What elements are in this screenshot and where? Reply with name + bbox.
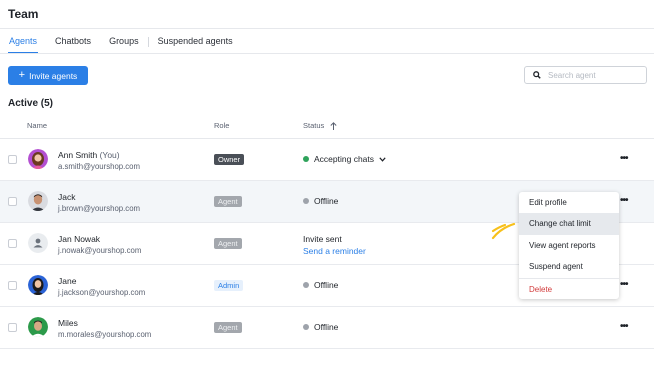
invite-status: Invite sent	[303, 234, 342, 244]
avatar	[28, 191, 48, 211]
row-checkbox[interactable]	[8, 281, 17, 290]
tab-chatbots[interactable]: Chatbots	[46, 31, 100, 53]
status-dot	[303, 282, 309, 288]
column-header-status[interactable]: Status	[303, 121, 337, 130]
status-indicator: Offline	[303, 196, 338, 206]
agent-name: Jane	[58, 276, 77, 286]
more-options-icon[interactable]: •••	[620, 321, 628, 332]
agent-context-menu: Edit profile Change chat limit View agen…	[519, 192, 619, 299]
row-checkbox[interactable]	[8, 197, 17, 206]
menu-item-view-agent-reports[interactable]: View agent reports	[519, 235, 619, 256]
table-row[interactable]: Miles m.morales@yourshop.com Agent Offli…	[0, 307, 654, 349]
agent-name: Jan Nowak	[58, 234, 101, 244]
sort-ascending-icon	[330, 121, 337, 130]
status-label: Offline	[314, 322, 339, 332]
column-header-status-label: Status	[303, 121, 325, 130]
plus-icon: +	[18, 69, 26, 81]
agent-email: j.brown@yourshop.com	[58, 204, 141, 213]
agent-name: Miles	[58, 318, 78, 328]
header-divider	[0, 28, 654, 29]
role-badge: Owner	[214, 154, 245, 165]
status-dropdown[interactable]: Accepting chats	[303, 154, 386, 164]
row-checkbox[interactable]	[8, 155, 17, 164]
send-reminder-link[interactable]: Send a reminder	[303, 246, 366, 256]
role-badge: Agent	[214, 322, 242, 333]
search-box[interactable]	[524, 66, 647, 84]
avatar-placeholder-icon	[28, 233, 48, 253]
menu-item-change-chat-limit[interactable]: Change chat limit	[519, 213, 619, 235]
tab-suspended-agents[interactable]: Suspended agents	[149, 31, 242, 53]
menu-item-edit-profile[interactable]: Edit profile	[519, 192, 619, 213]
agent-name: Ann Smith (You)	[58, 150, 120, 160]
agent-email: m.morales@yourshop.com	[58, 330, 152, 339]
search-icon	[533, 71, 541, 79]
avatar	[28, 149, 48, 169]
page-title: Team	[8, 7, 39, 21]
column-header-name[interactable]: Name	[27, 121, 47, 130]
search-input[interactable]	[548, 70, 638, 80]
agent-email: j.nowak@yourshop.com	[58, 246, 142, 255]
annotation-arrow-icon	[491, 222, 516, 240]
more-options-icon[interactable]: •••	[620, 195, 628, 206]
more-options-icon[interactable]: •••	[620, 279, 628, 290]
menu-item-delete[interactable]: Delete	[519, 277, 619, 299]
tabs-divider	[0, 53, 654, 54]
more-options-icon[interactable]: •••	[620, 153, 628, 164]
tab-groups[interactable]: Groups	[100, 31, 148, 53]
status-dot	[303, 156, 309, 162]
menu-item-suspend-agent[interactable]: Suspend agent	[519, 256, 619, 277]
status-dot	[303, 198, 309, 204]
agent-name: Jack	[58, 192, 76, 202]
status-indicator: Offline	[303, 322, 338, 332]
role-badge: Agent	[214, 238, 242, 249]
status-indicator: Offline	[303, 280, 338, 290]
status-label: Offline	[314, 196, 339, 206]
tab-bar: Agents Chatbots Groups Suspended agents	[0, 31, 242, 54]
invite-agents-label: Invite agents	[29, 70, 78, 81]
role-badge: Admin	[214, 280, 244, 291]
tab-agents[interactable]: Agents	[0, 31, 46, 54]
invite-agents-button[interactable]: + Invite agents	[8, 66, 88, 85]
status-label: Accepting chats	[314, 154, 375, 164]
section-title: Active (5)	[8, 98, 54, 109]
avatar	[28, 317, 48, 337]
agent-email: a.smith@yourshop.com	[58, 162, 141, 171]
role-badge: Agent	[214, 196, 242, 207]
row-checkbox[interactable]	[8, 239, 17, 248]
chevron-down-icon	[379, 156, 386, 162]
avatar	[28, 275, 48, 295]
status-dot	[303, 324, 309, 330]
status-label: Offline	[314, 280, 339, 290]
agent-email: j.jackson@yourshop.com	[58, 288, 146, 297]
table-row[interactable]: Ann Smith (You) a.smith@yourshop.com Own…	[0, 139, 654, 181]
row-checkbox[interactable]	[8, 323, 17, 332]
column-header-role[interactable]: Role	[214, 121, 229, 130]
